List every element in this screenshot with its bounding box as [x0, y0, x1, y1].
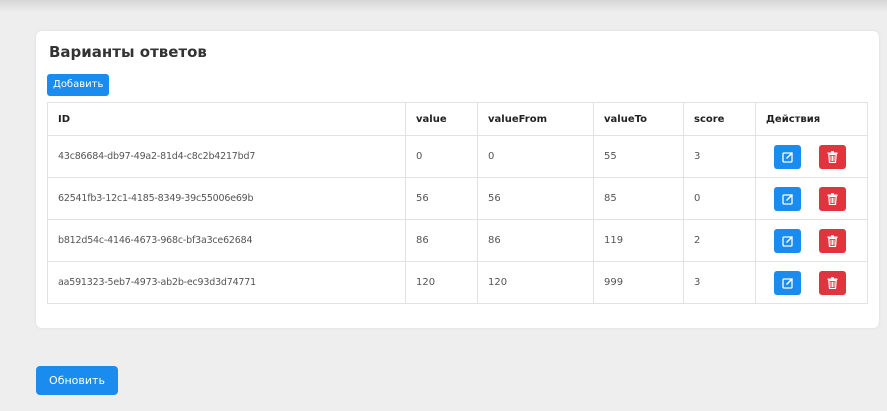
cell-value-to: 119 [593, 219, 684, 262]
table-row: b812d54c-4146-4673-968c-bf3a3ce62684 86 … [47, 219, 868, 262]
cell-value-from: 56 [477, 177, 594, 220]
refresh-button[interactable]: Обновить [36, 366, 118, 395]
add-button[interactable]: Добавить [47, 74, 110, 96]
header-id: ID [47, 102, 406, 136]
edit-button[interactable] [774, 186, 801, 211]
trash-icon [827, 192, 838, 205]
cell-id: 62541fb3-12c1-4185-8349-39c55006e69b [47, 177, 406, 220]
table-header-row: ID value valueFrom valueTo score Действи… [47, 102, 868, 136]
header-value-to: valueTo [593, 102, 684, 136]
card-title: Варианты ответов [49, 43, 207, 61]
delete-button[interactable] [819, 186, 846, 211]
cell-value-from: 120 [477, 261, 594, 304]
edit-button[interactable] [774, 144, 801, 169]
cell-id: 43c86684-db97-49a2-81d4-c8c2b4217bd7 [47, 135, 406, 178]
cell-value-to: 55 [593, 135, 684, 178]
trash-icon [827, 234, 838, 247]
table-row: 43c86684-db97-49a2-81d4-c8c2b4217bd7 0 0… [47, 135, 868, 178]
edit-button[interactable] [774, 270, 801, 295]
edit-icon [781, 151, 793, 163]
cell-value: 56 [405, 177, 478, 220]
header-actions: Действия [755, 102, 868, 136]
cell-value: 0 [405, 135, 478, 178]
edit-icon [781, 193, 793, 205]
delete-button[interactable] [819, 228, 846, 253]
delete-button[interactable] [819, 270, 846, 295]
cell-score: 0 [683, 177, 756, 220]
trash-icon [827, 276, 838, 289]
cell-actions [755, 135, 868, 178]
cell-value-to: 85 [593, 177, 684, 220]
answers-card: Варианты ответов Добавить ID value value… [36, 31, 879, 328]
header-score: score [683, 102, 756, 136]
cell-id: aa591323-5eb7-4973-ab2b-ec93d3d74771 [47, 261, 406, 304]
cell-score: 2 [683, 219, 756, 262]
cell-actions [755, 177, 868, 220]
delete-button[interactable] [819, 144, 846, 169]
cell-actions [755, 219, 868, 262]
cell-value: 120 [405, 261, 478, 304]
cell-value-from: 86 [477, 219, 594, 262]
cell-id: b812d54c-4146-4673-968c-bf3a3ce62684 [47, 219, 406, 262]
cell-score: 3 [683, 261, 756, 304]
edit-icon [781, 277, 793, 289]
table-row: 62541fb3-12c1-4185-8349-39c55006e69b 56 … [47, 177, 868, 220]
cell-actions [755, 261, 868, 304]
trash-icon [827, 150, 838, 163]
edit-button[interactable] [774, 228, 801, 253]
header-value-from: valueFrom [477, 102, 594, 136]
cell-value-from: 0 [477, 135, 594, 178]
header-value: value [405, 102, 478, 136]
cell-value-to: 999 [593, 261, 684, 304]
table-row: aa591323-5eb7-4973-ab2b-ec93d3d74771 120… [47, 261, 868, 304]
answers-table: ID value valueFrom valueTo score Действи… [47, 102, 868, 304]
top-shadow [0, 0, 887, 12]
cell-score: 3 [683, 135, 756, 178]
edit-icon [781, 235, 793, 247]
cell-value: 86 [405, 219, 478, 262]
